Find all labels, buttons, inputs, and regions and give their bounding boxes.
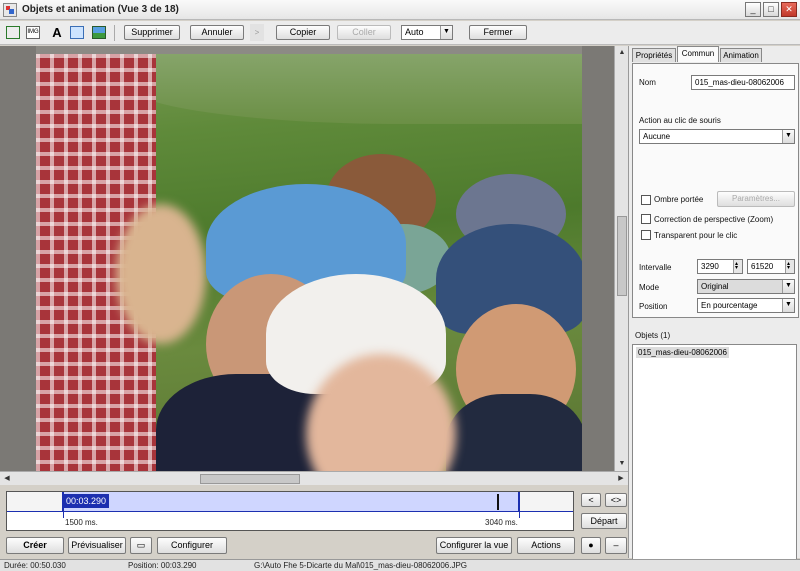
timeline-start-mark <box>63 512 64 518</box>
mode-value: Original <box>701 282 729 291</box>
scroll-right-icon[interactable]: ▶ <box>615 473 627 485</box>
interval-to-spinner[interactable] <box>785 260 794 273</box>
params-button[interactable]: Paramètres... <box>717 191 795 207</box>
status-bar: Durée: 00:50.030 Position: 00:03.290 G:\… <box>0 559 800 571</box>
properties-panel: Propriétés Commun Animation Nom 015_mas-… <box>628 46 800 571</box>
position-label: Position <box>639 302 668 311</box>
configure-button[interactable]: Configurer <box>157 537 227 554</box>
undo-button[interactable]: Annuler <box>190 25 244 40</box>
timeline-end-label: 3040 ms. <box>485 518 518 527</box>
scroll-up-icon[interactable]: ▲ <box>616 47 628 59</box>
timeline-start-label: 1500 ms. <box>65 518 98 527</box>
tab-animation[interactable]: Animation <box>720 48 762 62</box>
timeline-selection[interactable] <box>62 492 520 511</box>
toolbar-separator <box>114 25 115 41</box>
horizontal-scroll-thumb[interactable] <box>200 474 300 484</box>
shadow-label: Ombre portée <box>654 195 704 204</box>
horizontal-scrollbar[interactable]: ◀ ▶ <box>0 471 628 485</box>
shadow-checkbox[interactable] <box>641 195 651 205</box>
text-tool-icon[interactable]: A <box>50 26 64 39</box>
zoom-select[interactable]: Auto ▼ <box>401 25 453 40</box>
selection-rect-icon[interactable] <box>6 26 20 39</box>
interval-label: Intervalle <box>639 263 672 272</box>
vertical-scrollbar[interactable]: ▲ ▼ <box>614 46 628 471</box>
chevron-down-icon[interactable]: ▼ <box>782 280 794 293</box>
picture-tool-icon[interactable] <box>92 26 106 39</box>
position-select[interactable]: En pourcentage ▼ <box>697 298 795 313</box>
timeline-ruler: 1500 ms. 3040 ms. <box>7 511 573 530</box>
scroll-left-icon[interactable]: ◀ <box>1 473 13 485</box>
delete-button[interactable]: Supprimer <box>124 25 180 40</box>
tab-common[interactable]: Commun <box>677 46 719 62</box>
status-duration: Durée: 00:50.030 <box>4 561 66 570</box>
interval-to-value: 61520 <box>751 262 774 271</box>
interval-from-field[interactable]: 3290 <box>697 259 743 274</box>
rectangle-tool-icon[interactable] <box>70 26 84 39</box>
photo-preview[interactable] <box>36 54 582 471</box>
vertical-scroll-thumb[interactable] <box>617 216 627 296</box>
step-back-button[interactable]: < <box>581 493 601 507</box>
paste-button[interactable]: Coller <box>337 25 391 40</box>
close-window-button[interactable]: ✕ <box>781 2 797 17</box>
redo-arrow-icon[interactable]: > <box>250 24 264 41</box>
timeline-cursor[interactable] <box>497 494 499 510</box>
perspective-label: Correction de perspective (Zoom) <box>654 215 774 224</box>
app-icon <box>3 3 17 17</box>
minus-button[interactable]: – <box>605 537 627 554</box>
click-action-value: Aucune <box>643 132 671 141</box>
interval-to-field[interactable]: 61520 <box>747 259 795 274</box>
interval-from-spinner[interactable] <box>733 260 742 273</box>
window-title: Objets et animation (Vue 3 de 18) <box>22 4 179 15</box>
chevron-down-icon[interactable]: ▼ <box>782 299 794 312</box>
copy-button[interactable]: Copier <box>276 25 330 40</box>
list-item[interactable]: 015_mas-dieu-08062006 <box>636 347 729 358</box>
name-label: Nom <box>639 78 656 87</box>
timeline-end-mark <box>519 512 520 518</box>
transparent-click-label: Transparent pour le clic <box>654 231 738 240</box>
canvas-margin-left <box>0 46 36 471</box>
timeline-track[interactable]: 00:03.290 <box>7 492 573 511</box>
create-button[interactable]: Créer <box>6 537 64 554</box>
mode-label: Mode <box>639 283 660 292</box>
status-position: Position: 00:03.290 <box>128 561 197 570</box>
configure-view-button[interactable]: Configurer la vue <box>436 537 512 554</box>
tab-properties[interactable]: Propriétés <box>632 48 676 62</box>
zoom-select-value: Auto <box>405 27 424 37</box>
scroll-down-icon[interactable]: ▼ <box>616 458 628 470</box>
mode-select[interactable]: Original ▼ <box>697 279 795 294</box>
title-bar[interactable]: Objets et animation (Vue 3 de 18) _ □ ✕ <box>0 0 800 20</box>
window-icon-button[interactable]: ▭ <box>130 537 152 554</box>
interval-from-value: 3290 <box>701 262 719 271</box>
objects-list[interactable]: 015_mas-dieu-08062006 <box>632 344 797 571</box>
start-button[interactable]: Départ <box>581 513 627 529</box>
chevron-down-icon[interactable]: ▼ <box>782 130 794 143</box>
actions-button[interactable]: Actions <box>517 537 575 554</box>
objects-title: Objets (1) <box>635 331 671 340</box>
position-value: En pourcentage <box>701 301 758 310</box>
common-tab-content: Nom 015_mas-dieu-08062006 Action au clic… <box>632 63 799 318</box>
timeline-position-label: 00:03.290 <box>63 494 110 508</box>
close-button[interactable]: Fermer <box>469 25 527 40</box>
photo-blurred-face <box>116 204 206 344</box>
timeline[interactable]: 00:03.290 1500 ms. 3040 ms. <box>6 491 574 531</box>
canvas-area[interactable]: ▲ ▼ <box>0 46 628 471</box>
transparent-click-checkbox[interactable] <box>641 230 651 240</box>
photo-boy-shirt <box>446 394 582 471</box>
dot-button[interactable]: ● <box>581 537 601 554</box>
preview-button[interactable]: Prévisualiser <box>68 537 126 554</box>
perspective-checkbox[interactable] <box>641 214 651 224</box>
minimize-button[interactable]: _ <box>745 2 761 17</box>
image-object-icon[interactable]: IMG <box>26 26 40 39</box>
maximize-button[interactable]: □ <box>763 2 779 17</box>
expand-timeline-button[interactable]: <> <box>605 493 627 507</box>
click-action-select[interactable]: Aucune ▼ <box>639 129 795 144</box>
click-action-label: Action au clic de souris <box>639 116 721 125</box>
status-path: G:\Auto Fhe 5-Dicarte du Mal\015_mas-die… <box>254 561 468 570</box>
chevron-down-icon[interactable]: ▼ <box>440 26 452 39</box>
name-field[interactable]: 015_mas-dieu-08062006 <box>691 75 795 90</box>
toolbar: IMG A Supprimer Annuler > Copier Coller … <box>0 21 800 45</box>
